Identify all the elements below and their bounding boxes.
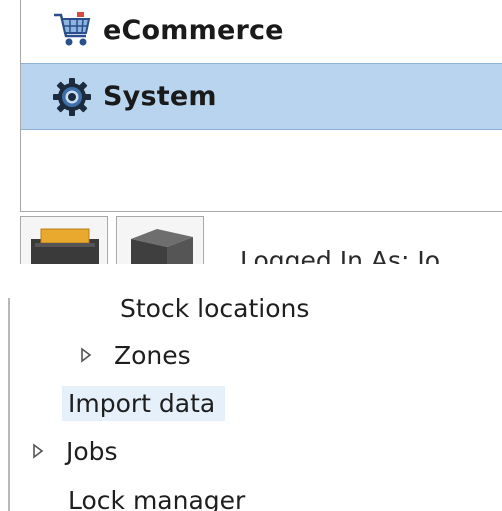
- nav-item-system[interactable]: System: [21, 63, 502, 130]
- tree-view: Stock locations Zones Import data Jobs L…: [0, 298, 502, 511]
- tree-item-label: Lock manager: [68, 485, 246, 511]
- tree-border: [8, 298, 10, 511]
- box-button[interactable]: [116, 216, 204, 264]
- logged-in-status: Logged In As: Jo: [240, 246, 441, 264]
- gear-icon: [51, 76, 93, 118]
- printer-icon: [21, 228, 107, 264]
- printer-button[interactable]: [20, 216, 108, 264]
- tree-item-label: Import data: [62, 385, 226, 421]
- tree-item-lock-manager[interactable]: Lock manager: [62, 480, 251, 511]
- nav-item-label: System: [103, 81, 217, 112]
- nav-pane: eCommerce System: [20, 0, 502, 212]
- tree-item-label: Zones: [114, 340, 191, 370]
- tree-item-label: Stock locations: [120, 298, 310, 323]
- expand-arrow-icon[interactable]: [76, 345, 96, 365]
- status-strip: Logged In As: Jo: [20, 216, 502, 264]
- shopping-cart-icon: [51, 9, 93, 51]
- expand-arrow-icon[interactable]: [28, 441, 48, 461]
- app-screenshot: eCommerce System Logged In As: Jo Stock …: [0, 0, 502, 511]
- navigation-panel: eCommerce System Logged In As: Jo: [0, 0, 502, 264]
- box-icon: [117, 229, 203, 264]
- tree-item-label: Jobs: [66, 436, 118, 466]
- tree-item-stock-locations[interactable]: Stock locations: [114, 298, 315, 328]
- nav-item-label: eCommerce: [103, 14, 284, 46]
- tree-item-import-data[interactable]: Import data: [62, 382, 226, 424]
- tree-item-zones[interactable]: Zones: [76, 335, 197, 375]
- nav-item-ecommerce[interactable]: eCommerce: [21, 0, 502, 60]
- tree-item-jobs[interactable]: Jobs: [28, 431, 124, 471]
